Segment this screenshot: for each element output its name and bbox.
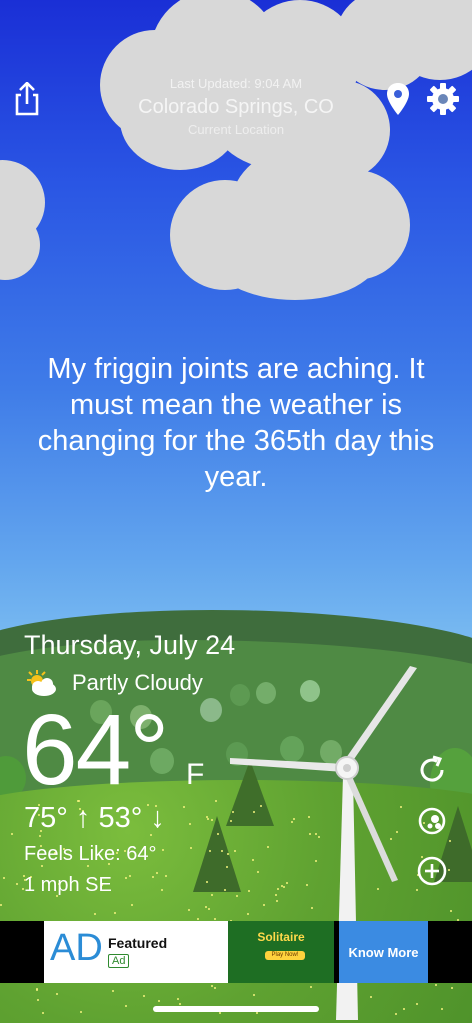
know-more-button[interactable]: Know More: [339, 921, 428, 983]
ad-title: Featured: [108, 935, 168, 951]
partly-cloudy-icon: [27, 670, 56, 696]
location-label: Current Location: [187, 122, 285, 137]
ad-badge: Ad: [108, 954, 130, 968]
weather-scene: [0, 0, 472, 1023]
wind-speed: 1 mph SE: [24, 874, 112, 896]
refresh-button[interactable]: [414, 752, 450, 788]
high-low-temperature: 75° ↑ 53° ↓: [24, 802, 165, 834]
feels-like: Feels Like: 64°: [24, 843, 157, 865]
last-updated: Last Updated: 9:04 AM: [169, 76, 303, 91]
ad-promo-image[interactable]: Solitaire Play Now!: [228, 921, 334, 983]
radar-button[interactable]: [414, 803, 450, 839]
ad-logo: AD: [50, 927, 103, 969]
city-name[interactable]: Colorado Springs, CO: [0, 96, 472, 119]
wind-turbine: [230, 666, 417, 1020]
home-indicator[interactable]: [153, 1006, 319, 1012]
condition-text: Partly Cloudy: [72, 670, 203, 695]
know-more-label: Know More: [348, 944, 419, 960]
forecast-date: Thursday, July 24: [24, 630, 236, 660]
add-button[interactable]: [414, 853, 450, 889]
current-temperature: 64°: [22, 694, 169, 806]
ad-banner[interactable]: AD Featured Ad Solitaire Play Now! Know …: [0, 921, 472, 983]
radar-icon: [418, 807, 446, 835]
add-icon: [417, 856, 447, 886]
ad-card[interactable]: AD Featured Ad: [44, 921, 228, 983]
temperature-unit[interactable]: F: [186, 758, 204, 792]
refresh-icon: [420, 755, 444, 782]
ad-promo-title: Solitaire: [257, 930, 305, 944]
weather-quote: My friggin joints are aching. It must me…: [37, 353, 435, 493]
ad-promo-button: Play Now!: [265, 951, 305, 960]
